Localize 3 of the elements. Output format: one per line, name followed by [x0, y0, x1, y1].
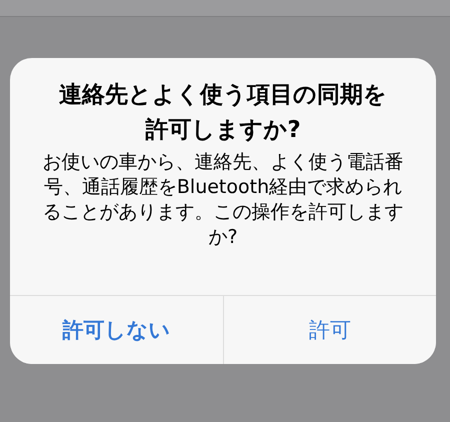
alert-message: お使いの車から、連絡先、よく使う電話番号、通話履歴をBluetooth経由で求められることがあります。この操作を許可しますか?	[42, 150, 404, 250]
alert-title: 連絡先とよく使う項目の同期を許可しますか?	[58, 81, 388, 145]
allow-button[interactable]: 許可	[222, 296, 436, 364]
